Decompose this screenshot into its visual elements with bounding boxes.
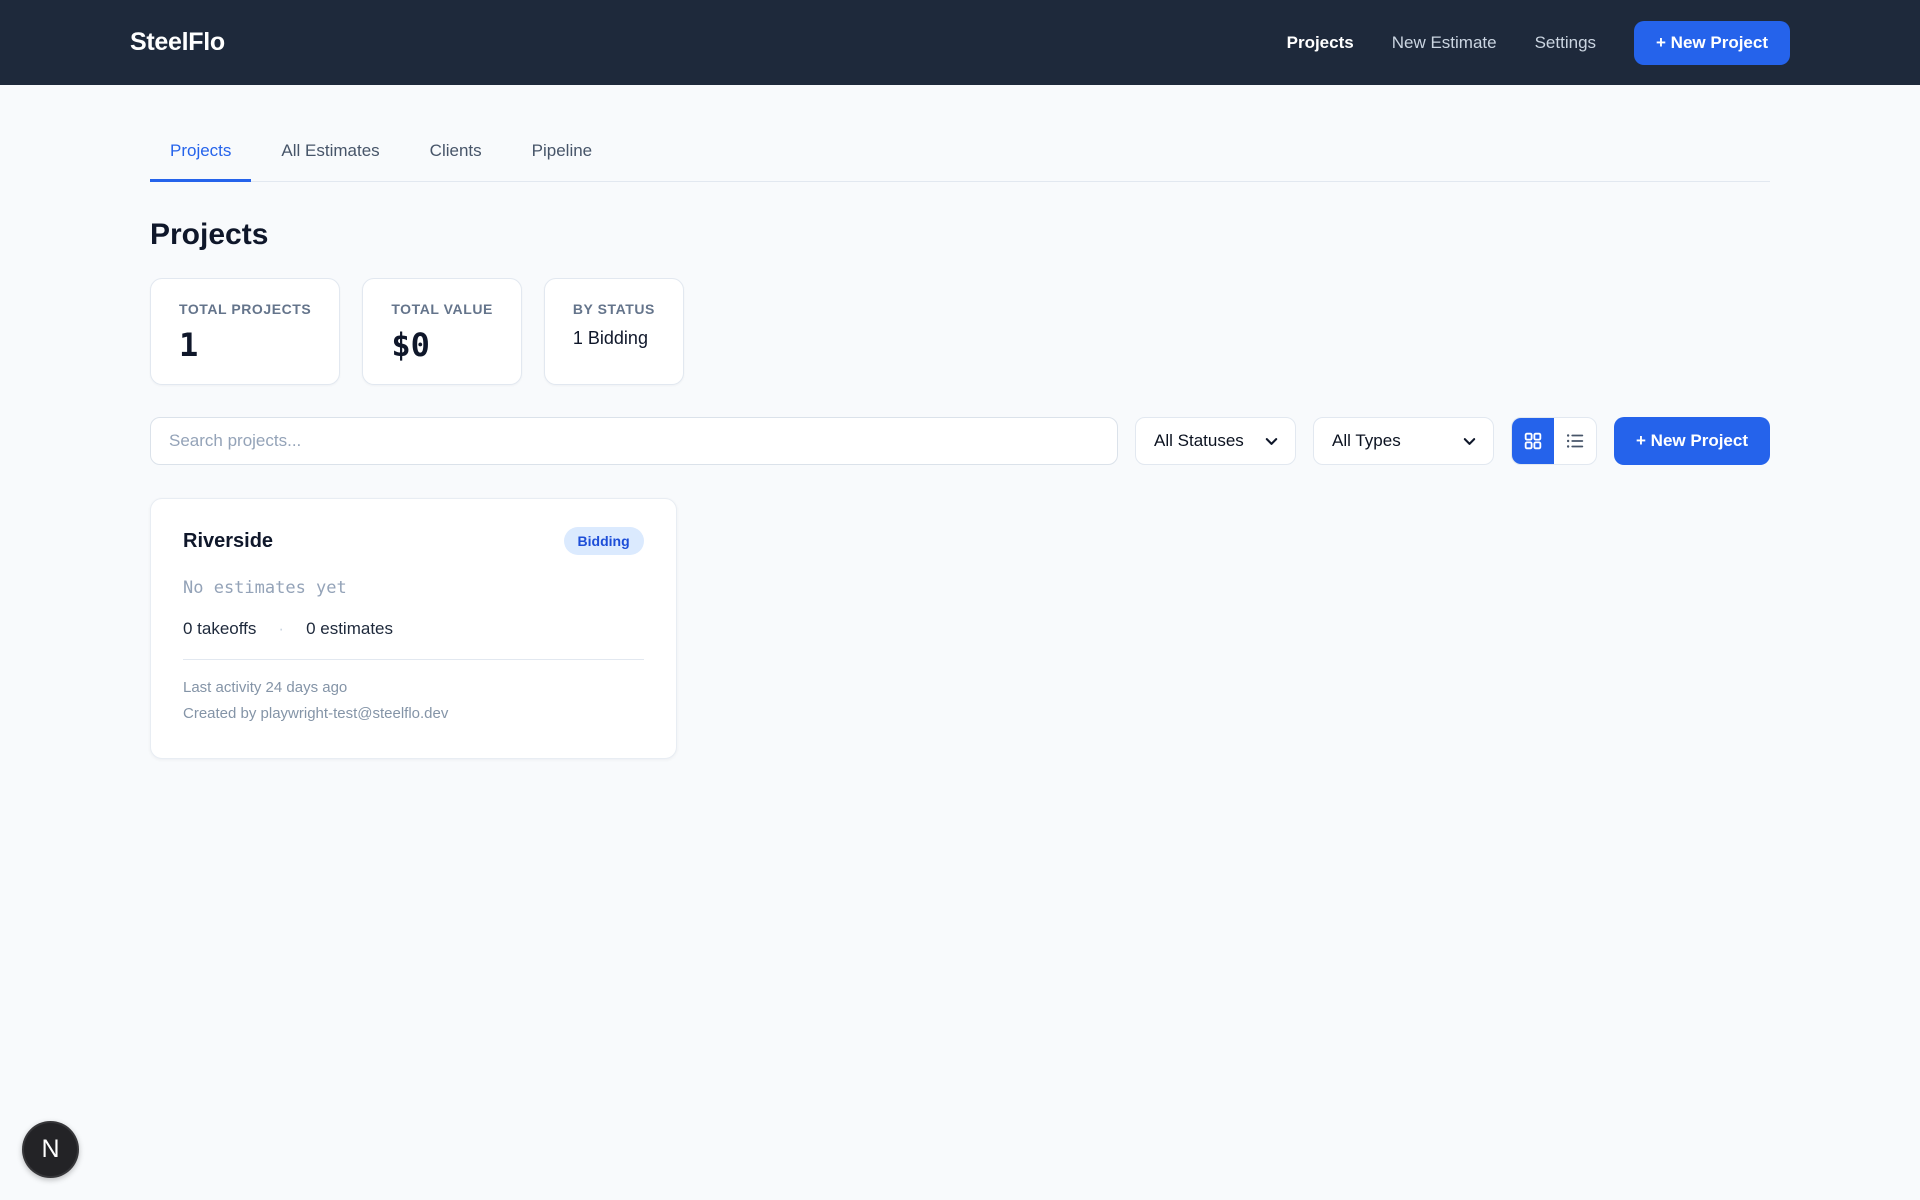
nav-link-new-estimate[interactable]: New Estimate xyxy=(1392,33,1497,53)
tab-bar: Projects All Estimates Clients Pipeline xyxy=(150,131,1770,182)
tab-projects[interactable]: Projects xyxy=(150,131,251,182)
search-input[interactable] xyxy=(150,417,1118,465)
tab-clients[interactable]: Clients xyxy=(410,131,502,182)
stat-value: 1 Bidding xyxy=(573,328,655,349)
main-content: Projects All Estimates Clients Pipeline … xyxy=(150,131,1770,759)
stat-card-by-status: BY STATUS 1 Bidding xyxy=(544,278,684,385)
grid-view-icon xyxy=(1522,430,1544,452)
stat-label: TOTAL VALUE xyxy=(391,301,493,317)
view-mode-toggle xyxy=(1511,417,1597,465)
tab-all-estimates[interactable]: All Estimates xyxy=(261,131,399,182)
card-divider xyxy=(183,659,644,660)
type-filter-select[interactable]: All Types xyxy=(1313,417,1494,465)
app-header: SteelFlo Projects New Estimate Settings … xyxy=(0,0,1920,85)
status-filter-select[interactable]: All Statuses xyxy=(1135,417,1296,465)
toolbar-new-project-button[interactable]: + New Project xyxy=(1614,417,1770,465)
list-view-icon xyxy=(1564,430,1586,452)
stat-card-total-value: TOTAL VALUE $0 xyxy=(362,278,522,385)
dev-tools-avatar-button[interactable]: N xyxy=(22,1121,79,1178)
nav-link-projects[interactable]: Projects xyxy=(1287,33,1354,53)
created-by-text: Created by playwright-test@steelflo.dev xyxy=(183,701,644,727)
avatar-letter: N xyxy=(41,1135,59,1164)
projects-toolbar: All Statuses All Types xyxy=(150,417,1770,465)
nav-link-settings[interactable]: Settings xyxy=(1535,33,1596,53)
project-name: Riverside xyxy=(183,530,273,553)
project-note: No estimates yet xyxy=(183,578,644,598)
status-filter-value: All Statuses xyxy=(1154,431,1244,451)
stat-value: $0 xyxy=(391,326,493,364)
chevron-down-icon xyxy=(1462,434,1477,449)
stat-value: 1 xyxy=(179,326,311,364)
header-new-project-button[interactable]: + New Project xyxy=(1634,21,1790,65)
status-badge: Bidding xyxy=(564,527,644,555)
last-activity-text: Last activity 24 days ago xyxy=(183,675,644,701)
project-card-riverside[interactable]: Riverside Bidding No estimates yet 0 tak… xyxy=(150,498,677,759)
type-filter-value: All Types xyxy=(1332,431,1401,451)
list-view-button[interactable] xyxy=(1554,418,1596,464)
stat-label: BY STATUS xyxy=(573,301,655,317)
stat-label: TOTAL PROJECTS xyxy=(179,301,311,317)
project-card-header: Riverside Bidding xyxy=(183,527,644,555)
separator-dot: · xyxy=(278,619,284,639)
stats-row: TOTAL PROJECTS 1 TOTAL VALUE $0 BY STATU… xyxy=(150,278,1770,385)
project-grid: Riverside Bidding No estimates yet 0 tak… xyxy=(150,498,1770,759)
project-counts: 0 takeoffs · 0 estimates xyxy=(183,619,644,639)
estimates-count: 0 estimates xyxy=(306,619,393,639)
header-nav: Projects New Estimate Settings + New Pro… xyxy=(1287,21,1790,65)
takeoffs-count: 0 takeoffs xyxy=(183,619,256,639)
tab-pipeline[interactable]: Pipeline xyxy=(512,131,613,182)
stat-card-total-projects: TOTAL PROJECTS 1 xyxy=(150,278,340,385)
grid-view-button[interactable] xyxy=(1512,418,1554,464)
chevron-down-icon xyxy=(1264,434,1279,449)
app-logo: SteelFlo xyxy=(130,28,225,57)
page-title: Projects xyxy=(150,218,1770,252)
project-meta: Last activity 24 days ago Created by pla… xyxy=(183,675,644,728)
